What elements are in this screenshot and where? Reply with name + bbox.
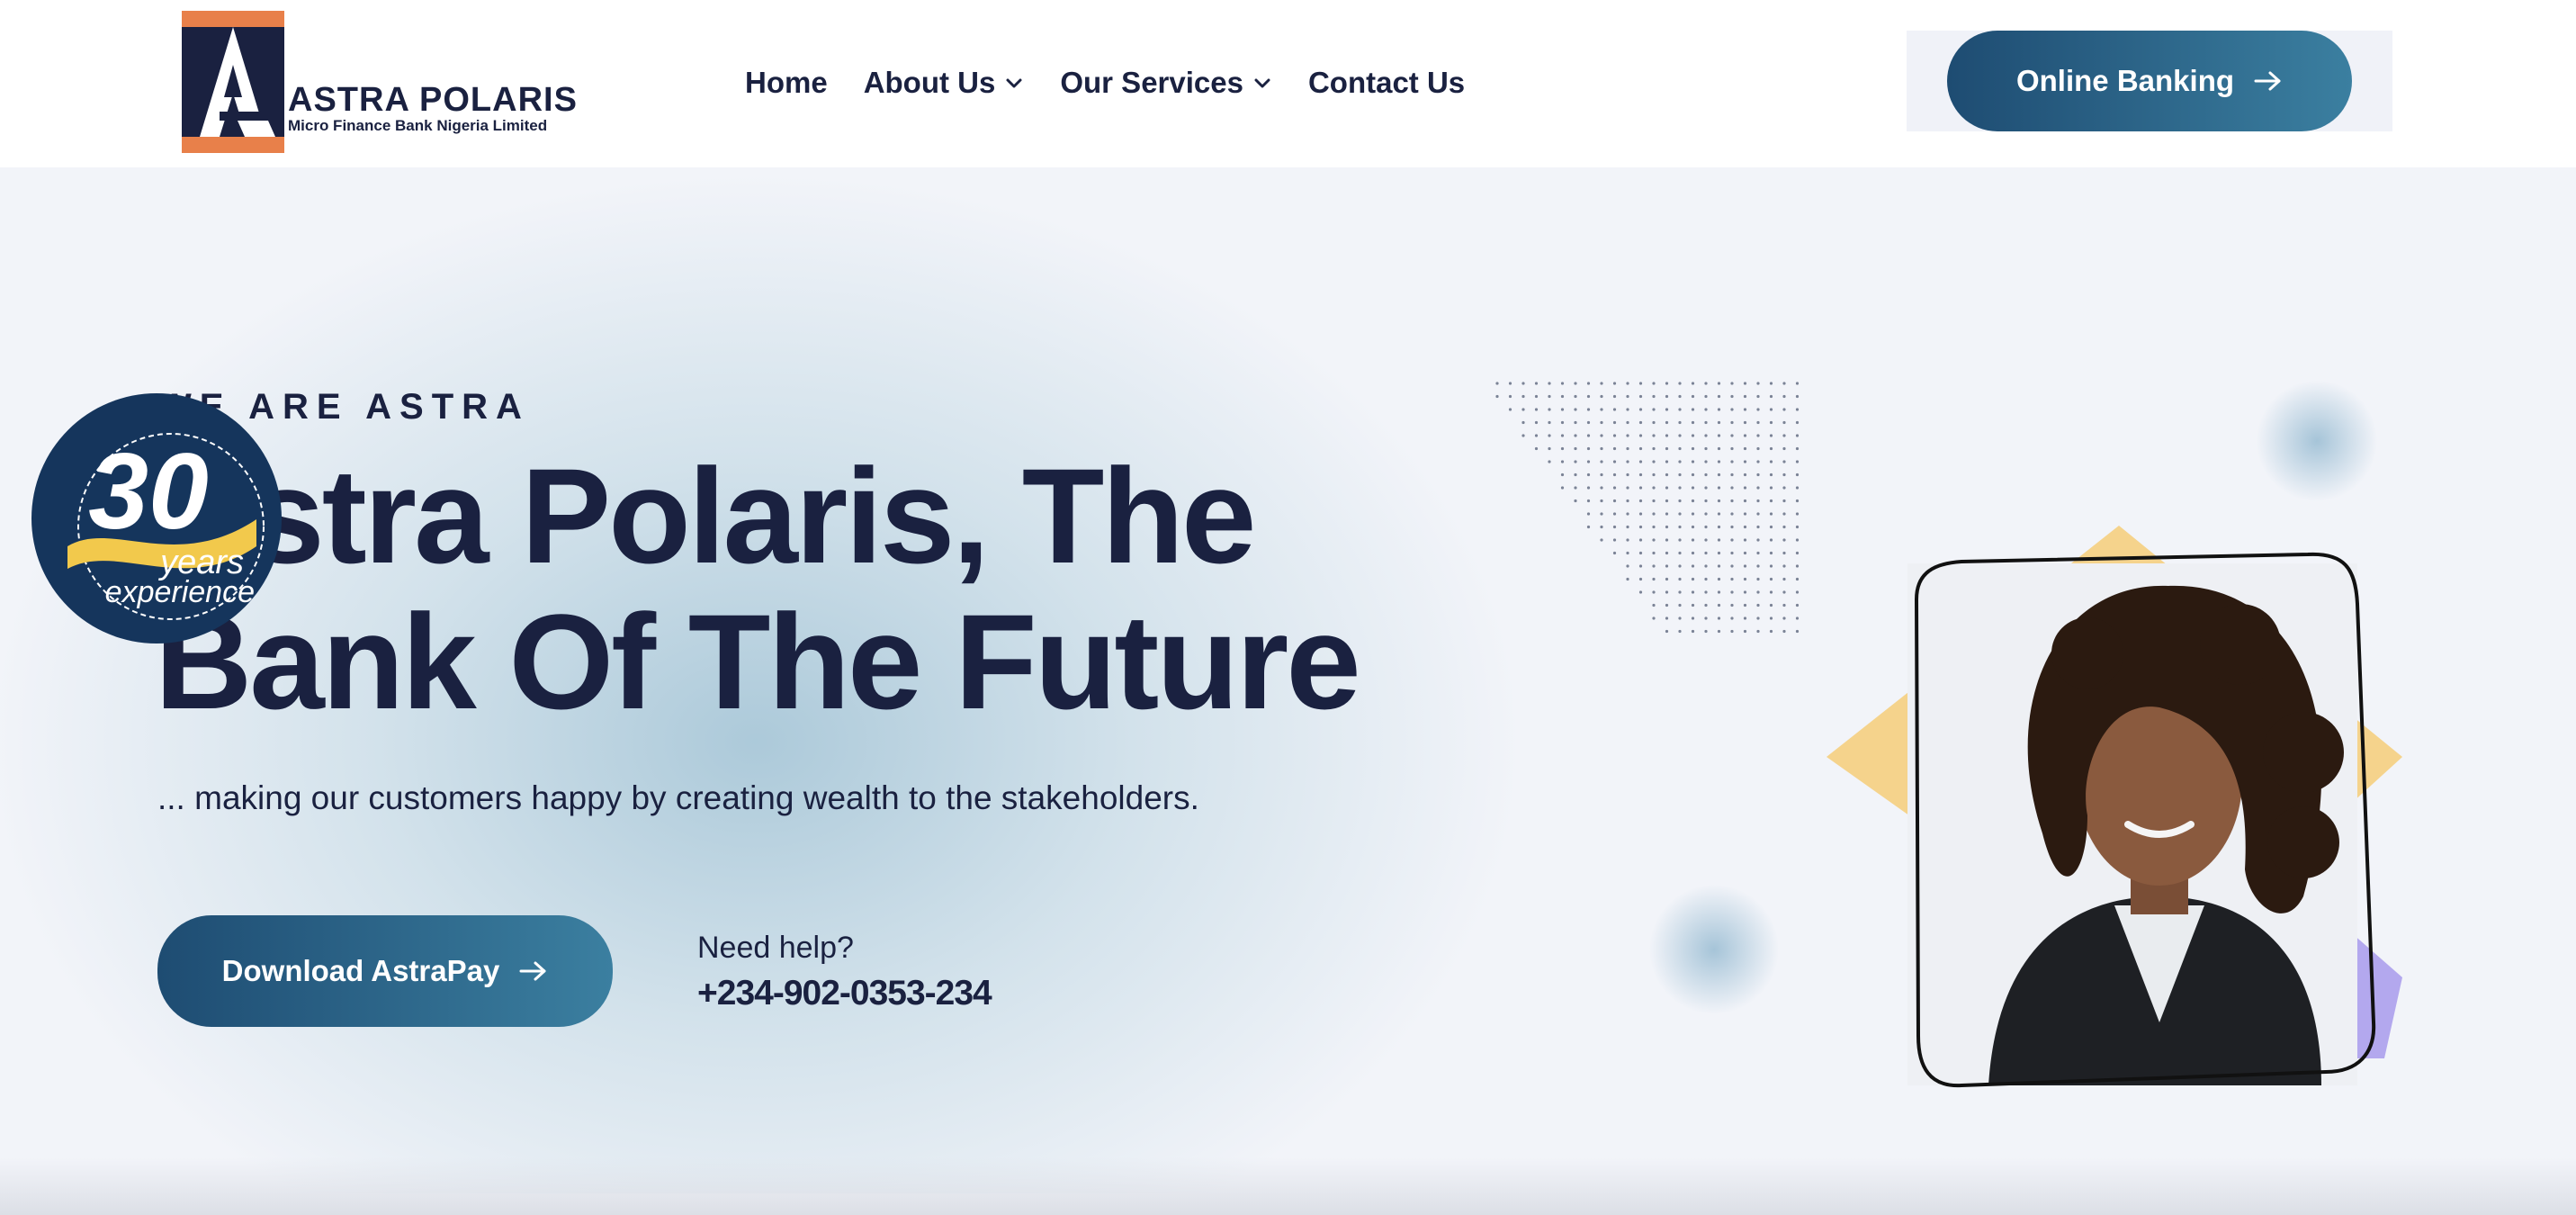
hero-tagline: ... making our customers happy by creati… xyxy=(157,779,1199,816)
logo-subtitle: Micro Finance Bank Nigeria Limited xyxy=(288,117,548,134)
download-astrapay-button[interactable]: Download AstraPay xyxy=(157,915,613,1027)
nav-item-label: Home xyxy=(745,66,828,99)
hero-illustration xyxy=(1827,526,2402,1088)
nav-item-label: Contact Us xyxy=(1307,66,1466,99)
chevron-down-icon xyxy=(1254,78,1270,88)
portrait-photo xyxy=(1907,563,2357,1085)
nav-item-home[interactable]: Home xyxy=(745,66,828,100)
hero-headline: Astra Polaris, The Bank Of The Future xyxy=(155,440,1361,737)
nav-item-label: Our Services xyxy=(1060,66,1243,99)
blur-circle-decoration xyxy=(1647,882,1782,1017)
nav-item-our-services[interactable]: Our Services xyxy=(1060,66,1272,100)
logo-mark-icon xyxy=(182,11,284,153)
arrow-right-icon xyxy=(519,961,546,981)
need-help-label: Need help? xyxy=(697,931,854,965)
thirty-years-badge: 30 years experience xyxy=(31,393,282,644)
online-banking-button[interactable]: Online Banking xyxy=(1947,31,2352,131)
help-phone-number[interactable]: +234-902-0353-234 xyxy=(697,974,992,1013)
nav-item-label: About Us xyxy=(863,66,996,99)
blur-circle-decoration xyxy=(2254,378,2380,504)
logo-name: ASTRA POLARIS xyxy=(288,81,578,119)
chevron-down-icon xyxy=(1006,78,1022,88)
badge-line-experience: experience xyxy=(105,575,255,609)
main-nav: Home About Us Our Services Contact Us xyxy=(745,59,1501,106)
online-banking-label: Online Banking xyxy=(2015,64,2235,97)
hero-section: WE ARE ASTRA Astra Polaris, The Bank Of … xyxy=(0,167,2576,1215)
dot-pattern-decoration xyxy=(1495,382,1800,634)
nav-item-contact-us[interactable]: Contact Us xyxy=(1308,66,1465,100)
download-astrapay-label: Download AstraPay xyxy=(221,954,500,987)
hero-bottom-shadow xyxy=(0,1157,2576,1215)
brand-logo[interactable]: ASTRA POLARIS Micro Finance Bank Nigeria… xyxy=(182,11,577,155)
online-banking-container: Online Banking xyxy=(1907,31,2392,131)
badge-number: 30 xyxy=(88,431,208,552)
site-header: ASTRA POLARIS Micro Finance Bank Nigeria… xyxy=(0,0,2576,167)
nav-item-about-us[interactable]: About Us xyxy=(864,66,1025,100)
arrow-right-icon xyxy=(2254,71,2281,91)
